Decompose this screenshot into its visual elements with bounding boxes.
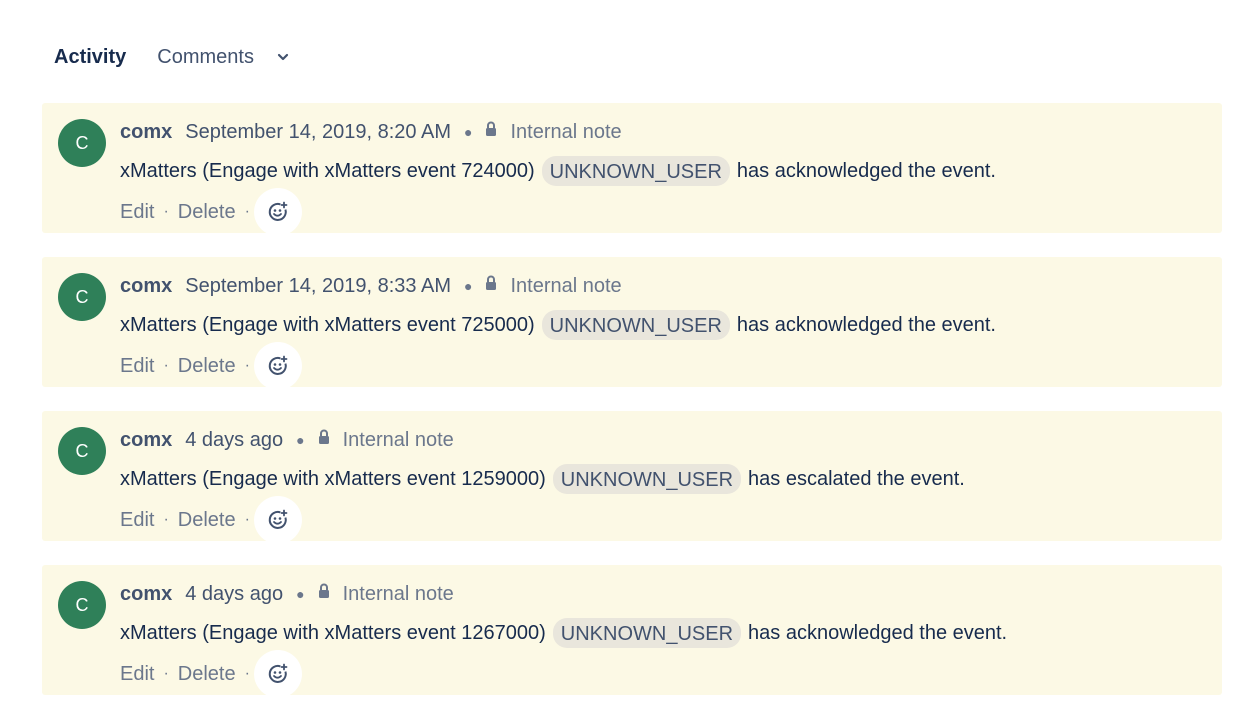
chevron-down-icon	[277, 53, 289, 61]
add-reaction-button[interactable]	[253, 342, 302, 390]
comment-text-end: has acknowledged the event.	[736, 159, 996, 182]
action-separator: ·	[163, 511, 169, 528]
avatar[interactable]: C	[58, 581, 106, 629]
user-mention[interactable]: UNKNOWN_USER	[541, 156, 730, 186]
add-reaction-icon	[268, 355, 288, 375]
delete-button[interactable]: Delete	[178, 355, 236, 378]
avatar[interactable]: C	[58, 119, 106, 167]
comment-author[interactable]: comx	[120, 429, 172, 452]
comment-card: C comx September 14, 2019, 8:20 AM ● Int…	[42, 103, 1222, 236]
internal-note-label: Internal note	[342, 428, 454, 451]
tab-activity[interactable]: Activity	[54, 46, 126, 69]
avatar[interactable]: C	[58, 427, 106, 475]
comment-text: xMatters (Engage with xMatters event 125…	[120, 467, 546, 490]
comment-meta: comx 4 days ago ● Internal note	[120, 427, 454, 453]
add-reaction-button[interactable]	[253, 188, 302, 236]
comment-text-end: has acknowledged the event.	[736, 313, 996, 336]
lock-icon	[486, 275, 497, 290]
comment-text-end: has acknowledged the event.	[748, 621, 1008, 644]
avatar[interactable]: C	[58, 273, 106, 321]
comment-card: C comx 4 days ago ● Internal note xMatte…	[42, 411, 1222, 544]
user-mention[interactable]: UNKNOWN_USER	[541, 310, 730, 340]
edit-button[interactable]: Edit	[120, 201, 154, 224]
comment-author[interactable]: comx	[120, 275, 172, 298]
comment-actions: Edit · Delete ·	[120, 650, 302, 698]
comment-body: xMatters (Engage with xMatters event 725…	[120, 310, 996, 340]
comment-body: xMatters (Engage with xMatters event 126…	[120, 618, 1007, 648]
lock-icon	[486, 121, 497, 136]
comment-timestamp[interactable]: 4 days ago	[185, 583, 283, 606]
internal-note-label: Internal note	[342, 582, 454, 605]
comments-filter-label: Comments	[157, 45, 254, 68]
add-reaction-icon	[268, 663, 288, 683]
action-separator: ·	[244, 665, 250, 682]
comment-card: C comx 4 days ago ● Internal note xMatte…	[42, 565, 1222, 698]
comment-actions: Edit · Delete ·	[120, 496, 302, 544]
comment-actions: Edit · Delete ·	[120, 188, 302, 236]
action-separator: ·	[244, 357, 250, 374]
action-separator: ·	[244, 203, 250, 220]
add-reaction-icon	[268, 509, 288, 529]
comment-body: xMatters (Engage with xMatters event 724…	[120, 156, 996, 186]
action-separator: ·	[163, 357, 169, 374]
edit-button[interactable]: Edit	[120, 509, 154, 532]
comments-filter-dropdown[interactable]: Comments	[157, 46, 290, 69]
lock-icon	[318, 583, 329, 598]
add-reaction-icon	[268, 201, 288, 221]
comment-author[interactable]: comx	[120, 121, 172, 144]
delete-button[interactable]: Delete	[178, 663, 236, 686]
comment-text: xMatters (Engage with xMatters event 724…	[120, 159, 535, 182]
delete-button[interactable]: Delete	[178, 509, 236, 532]
action-separator: ·	[163, 665, 169, 682]
comment-text: xMatters (Engage with xMatters event 725…	[120, 313, 535, 336]
comment-timestamp[interactable]: September 14, 2019, 8:33 AM	[185, 275, 451, 298]
comment-meta: comx September 14, 2019, 8:20 AM ● Inter…	[120, 119, 622, 145]
internal-note-label: Internal note	[510, 120, 622, 143]
lock-icon	[318, 429, 329, 444]
add-reaction-button[interactable]	[253, 650, 302, 698]
comment-meta: comx September 14, 2019, 8:33 AM ● Inter…	[120, 273, 622, 299]
meta-separator: ●	[296, 432, 305, 448]
user-mention[interactable]: UNKNOWN_USER	[552, 464, 742, 494]
comment-card: C comx September 14, 2019, 8:33 AM ● Int…	[42, 257, 1222, 390]
meta-separator: ●	[296, 586, 305, 602]
comment-timestamp[interactable]: 4 days ago	[185, 429, 283, 452]
activity-header: Activity Comments	[54, 42, 290, 72]
meta-separator: ●	[463, 124, 473, 140]
action-separator: ·	[163, 203, 169, 220]
comment-text: xMatters (Engage with xMatters event 126…	[120, 621, 546, 644]
edit-button[interactable]: Edit	[120, 663, 154, 686]
comment-text-end: has escalated the event.	[748, 467, 965, 490]
delete-button[interactable]: Delete	[178, 201, 236, 224]
edit-button[interactable]: Edit	[120, 355, 154, 378]
comment-actions: Edit · Delete ·	[120, 342, 302, 390]
meta-separator: ●	[463, 278, 473, 294]
internal-note-label: Internal note	[510, 274, 622, 297]
action-separator: ·	[244, 511, 250, 528]
add-reaction-button[interactable]	[253, 496, 302, 544]
comment-meta: comx 4 days ago ● Internal note	[120, 581, 454, 607]
user-mention[interactable]: UNKNOWN_USER	[552, 618, 742, 648]
comment-author[interactable]: comx	[120, 583, 172, 606]
comment-timestamp[interactable]: September 14, 2019, 8:20 AM	[185, 121, 451, 144]
comment-body: xMatters (Engage with xMatters event 125…	[120, 464, 965, 494]
